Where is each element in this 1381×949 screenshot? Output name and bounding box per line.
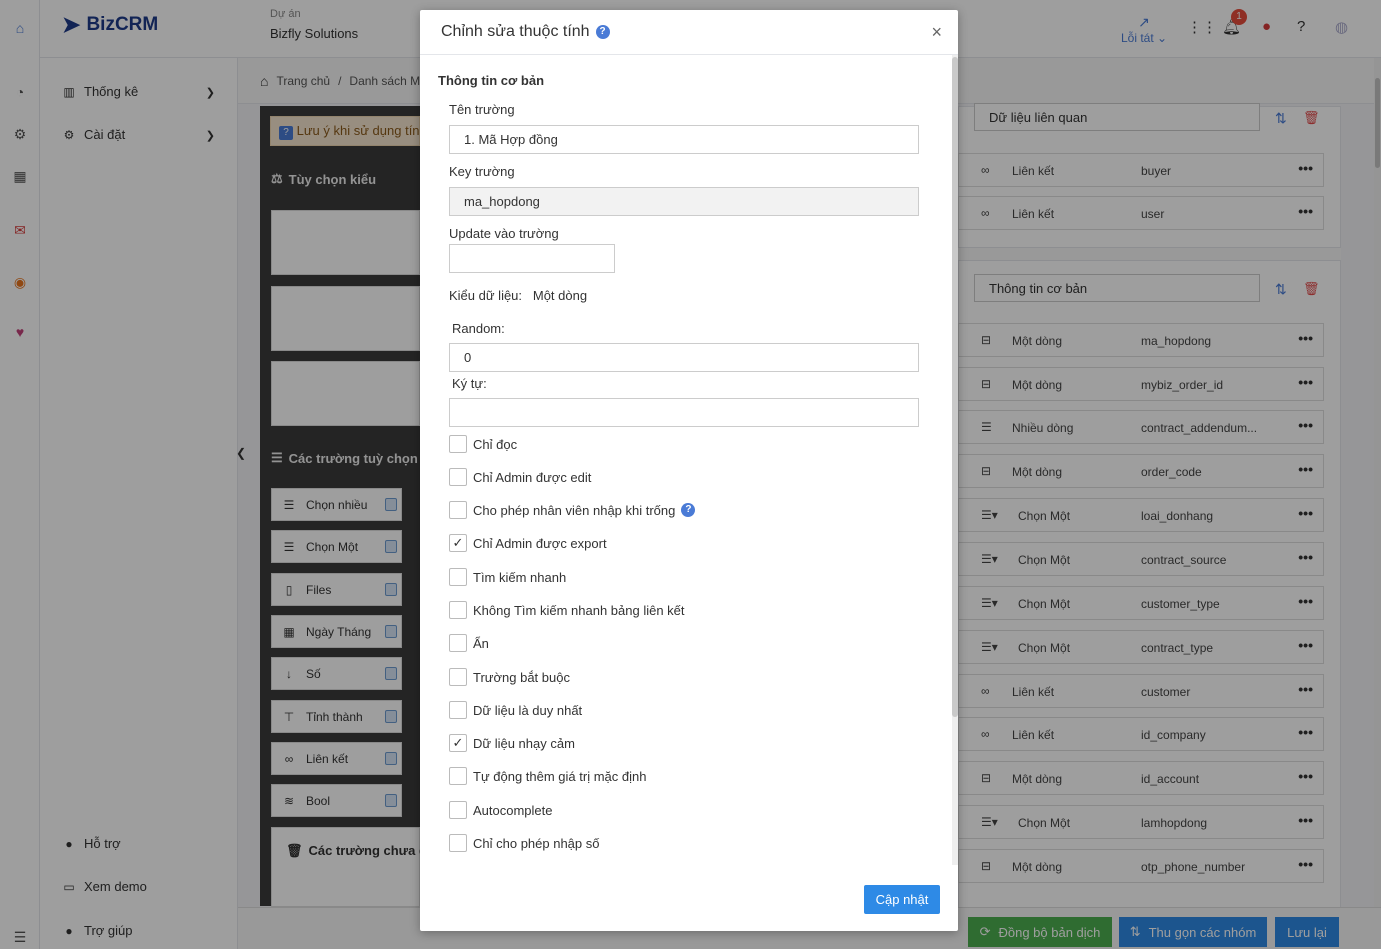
help-icon[interactable]: ? bbox=[595, 25, 610, 39]
checkbox-staff-fill-empty[interactable]: Cho phép nhân viên nhập khi trống? bbox=[449, 501, 696, 519]
checkbox-box[interactable] bbox=[449, 668, 467, 686]
modal-title-text: Chỉnh sửa thuộc tính bbox=[441, 23, 590, 40]
checkbox-box[interactable] bbox=[449, 468, 467, 486]
checkbox-autocomplete[interactable]: Autocomplete bbox=[449, 801, 553, 819]
checkbox-box-checked[interactable]: ✓ bbox=[449, 534, 467, 552]
update-field-input[interactable] bbox=[449, 244, 615, 273]
checkbox-label: Không Tìm kiếm nhanh bảng liên kết bbox=[473, 602, 685, 618]
checkbox-label: Tìm kiếm nhanh bbox=[473, 569, 567, 585]
checkbox-label: Chỉ đọc bbox=[473, 436, 518, 452]
checkbox-box[interactable] bbox=[449, 634, 467, 652]
modal-scrollbar[interactable] bbox=[952, 55, 958, 865]
checkbox-label: Tự động thêm giá trị mặc định bbox=[473, 768, 647, 784]
data-type-label: Kiểu dữ liệu: bbox=[449, 288, 523, 303]
checkbox-label: Chỉ Admin được export bbox=[473, 535, 607, 551]
field-name-label: Tên trường bbox=[449, 102, 515, 117]
checkbox-admin-export[interactable]: ✓ Chỉ Admin được export bbox=[449, 534, 607, 552]
data-type-row: Kiểu dữ liệu: Một dòng bbox=[449, 288, 587, 303]
update-field-label: Update vào trường bbox=[449, 226, 559, 241]
chars-input[interactable] bbox=[449, 398, 919, 427]
data-type-value: Một dòng bbox=[532, 288, 588, 303]
checkbox-label: Chỉ Admin được edit bbox=[473, 469, 592, 485]
checkbox-box[interactable] bbox=[449, 568, 467, 586]
checkbox-admin-edit[interactable]: Chỉ Admin được edit bbox=[449, 468, 591, 486]
checkbox-label: Autocomplete bbox=[473, 802, 553, 818]
checkbox-label: Dữ liệu là duy nhất bbox=[473, 702, 583, 718]
checkbox-sensitive[interactable]: ✓ Dữ liệu nhạy cảm bbox=[449, 734, 575, 752]
checkbox-label: Trường bắt buộc bbox=[473, 669, 570, 685]
checkbox-box[interactable] bbox=[449, 801, 467, 819]
modal-title: Chỉnh sửa thuộc tính ? bbox=[441, 23, 610, 41]
checkbox-required[interactable]: Trường bắt buộc bbox=[449, 668, 570, 686]
checkbox-label: Chỉ cho phép nhập số bbox=[473, 835, 600, 851]
update-button[interactable]: Cập nhật bbox=[864, 885, 940, 914]
checkbox-label: Dữ liệu nhạy cảm bbox=[473, 735, 575, 751]
field-name-input[interactable]: 1. Mã Hợp đồng bbox=[449, 125, 919, 154]
checkbox-numbers-only[interactable]: Chỉ cho phép nhập số bbox=[449, 834, 599, 852]
checkbox-box[interactable] bbox=[449, 834, 467, 852]
checkbox-label: Ẩn bbox=[473, 635, 489, 651]
help-icon[interactable]: ? bbox=[681, 503, 696, 517]
random-input[interactable]: 0 bbox=[449, 343, 919, 372]
modal-header: Chỉnh sửa thuộc tính ? × bbox=[420, 10, 958, 55]
random-label: Random: bbox=[452, 321, 505, 336]
checkbox-no-quick-search-linked[interactable]: Không Tìm kiếm nhanh bảng liên kết bbox=[449, 601, 685, 619]
modal-scrollbar-thumb[interactable] bbox=[952, 57, 958, 717]
key-label: Key trường bbox=[449, 164, 515, 179]
checkbox-box[interactable] bbox=[449, 601, 467, 619]
checkbox-quick-search[interactable]: Tìm kiếm nhanh bbox=[449, 568, 566, 586]
checkbox-box[interactable] bbox=[449, 701, 467, 719]
close-icon[interactable]: × bbox=[931, 22, 942, 43]
key-input[interactable]: ma_hopdong bbox=[449, 187, 919, 216]
checkbox-box[interactable] bbox=[449, 767, 467, 785]
section-title: Thông tin cơ bản bbox=[438, 73, 545, 88]
checkbox-hidden[interactable]: Ẩn bbox=[449, 634, 489, 652]
checkbox-box[interactable] bbox=[449, 435, 467, 453]
checkbox-unique[interactable]: Dữ liệu là duy nhất bbox=[449, 701, 582, 719]
edit-attribute-modal: Chỉnh sửa thuộc tính ? × Thông tin cơ bả… bbox=[420, 10, 958, 931]
checkbox-label: Cho phép nhân viên nhập khi trống bbox=[473, 502, 676, 518]
checkbox-box[interactable] bbox=[449, 501, 467, 519]
chars-label: Ký tự: bbox=[452, 376, 487, 391]
checkbox-read-only[interactable]: Chỉ đọc bbox=[449, 435, 517, 453]
checkbox-auto-default[interactable]: Tự động thêm giá trị mặc định bbox=[449, 767, 646, 785]
checkbox-box-checked[interactable]: ✓ bbox=[449, 734, 467, 752]
